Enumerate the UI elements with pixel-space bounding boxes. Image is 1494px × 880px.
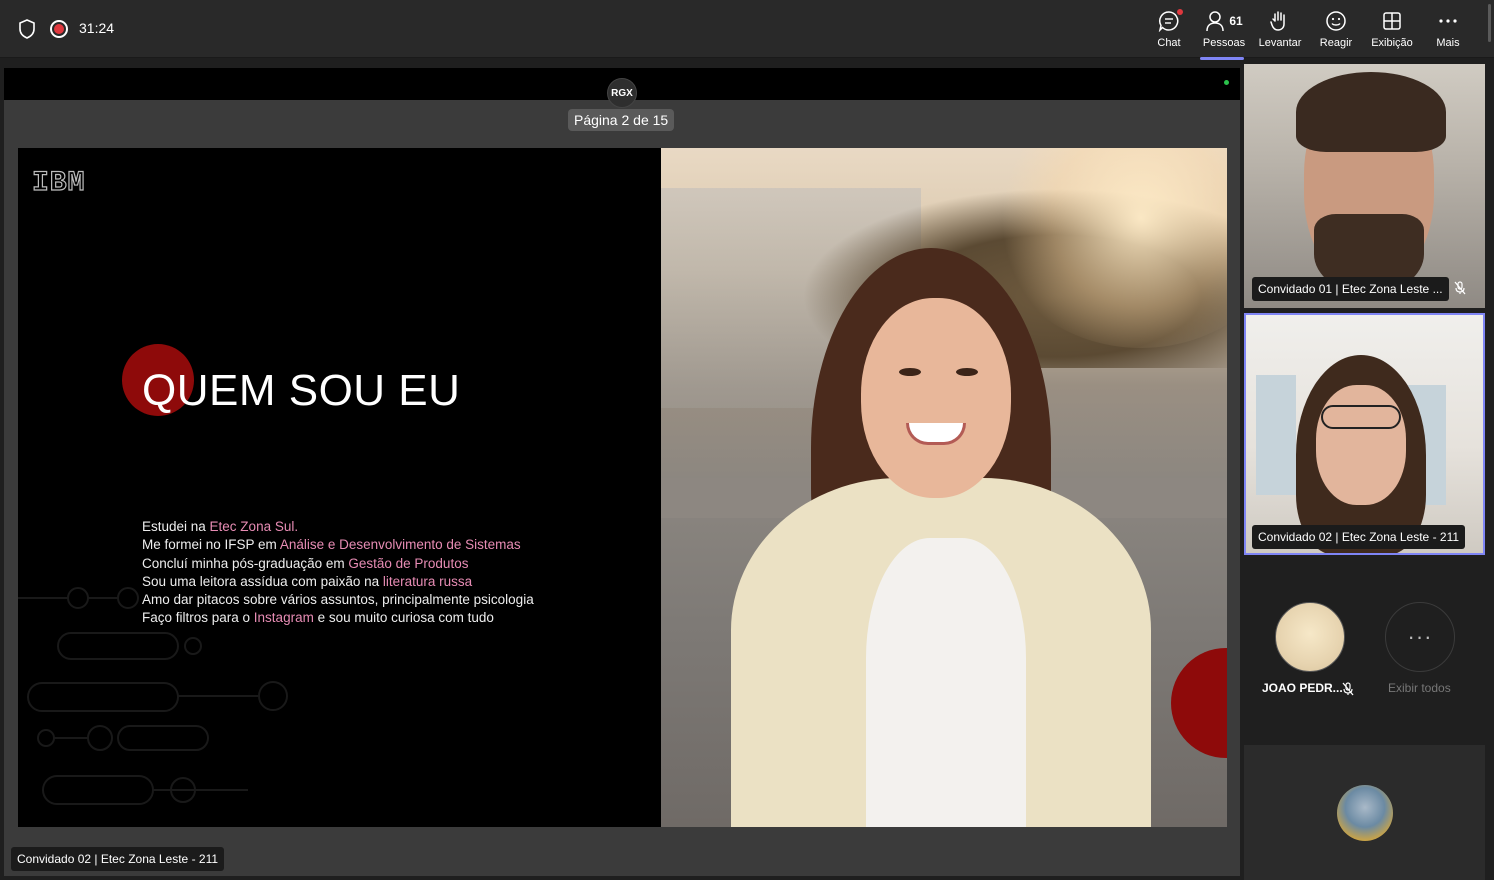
presenter-avatar[interactable]: RGX — [607, 78, 637, 108]
shield-icon[interactable] — [18, 19, 36, 39]
status-dot — [1224, 80, 1229, 85]
more-label: Mais — [1436, 37, 1460, 49]
bio-highlight: Gestão de Produtos — [348, 555, 469, 571]
photo-shirt — [866, 538, 1026, 827]
raise-hand-label: Levantar — [1258, 37, 1302, 49]
participant-video-tile[interactable]: Convidado 01 | Etec Zona Leste ... — [1244, 64, 1485, 308]
photo-eye — [899, 368, 921, 376]
bio-highlight: Análise e Desenvolvimento de Sistemas — [279, 537, 521, 553]
photo-face — [861, 298, 1011, 498]
photo-eye — [956, 368, 978, 376]
bio-text: Estudei na — [142, 519, 210, 534]
mic-off-icon — [1342, 682, 1354, 696]
bio-text: Concluí minha pós-graduação em — [142, 555, 349, 571]
react-button[interactable]: Reagir — [1310, 8, 1362, 54]
slide-photo — [661, 148, 1227, 827]
page-indicator: Página 2 de 15 — [568, 109, 675, 131]
bio-highlight: literatura russa — [382, 573, 473, 589]
chat-label: Chat — [1157, 37, 1181, 49]
participant-avatar[interactable] — [1337, 785, 1393, 841]
participant-name: JOAO PEDR... — [1262, 681, 1343, 695]
more-icon — [1438, 8, 1458, 34]
react-label: Reagir — [1319, 37, 1353, 49]
bio-text: Me formei no IFSP em — [142, 537, 280, 553]
ellipsis-icon: ··· — [1407, 624, 1433, 649]
participant-video-tile-active[interactable]: Convidado 02 | Etec Zona Leste - 211 — [1244, 313, 1485, 555]
people-icon: 61 — [1205, 8, 1243, 34]
bio-text: e sou muito curiosa com tudo — [313, 610, 494, 626]
view-label: Exibição — [1371, 37, 1413, 49]
participant-glasses — [1321, 405, 1401, 429]
show-all-button[interactable]: ··· — [1385, 602, 1455, 672]
decorative-red-circle — [1171, 648, 1227, 758]
grid-icon — [1382, 8, 1402, 34]
background-window — [1256, 375, 1296, 495]
smiley-icon — [1325, 8, 1347, 34]
participant-video — [1316, 385, 1406, 505]
meeting-toolbar: 31:24 Chat 61 Pessoas Levantar Reagir Ex… — [0, 0, 1494, 60]
recording-icon — [50, 20, 68, 38]
meeting-timer: 31:24 — [79, 20, 115, 36]
participant-hair — [1296, 72, 1446, 152]
people-label: Pessoas — [1202, 37, 1246, 49]
people-count: 61 — [1229, 14, 1243, 28]
slide-title: QUEM SOU EU — [142, 366, 461, 415]
presentation-slide: IBM QUEM SOU EU Estudei na Etec Zona Sul… — [18, 148, 1227, 827]
bio-line: Me formei no IFSP em Análise e Desenvolv… — [142, 536, 552, 554]
participant-name-label: Convidado 02 | Etec Zona Leste - 211 — [1252, 525, 1466, 549]
participant-avatar[interactable] — [1275, 602, 1345, 672]
more-button[interactable]: Mais — [1422, 8, 1474, 54]
shared-screen-stage: RGX Página 2 de 15 IBM QUEM SOU EU Estud… — [4, 68, 1240, 876]
mic-off-icon — [1454, 281, 1466, 295]
presenter-name-label: Convidado 02 | Etec Zona Leste - 211 — [11, 847, 225, 871]
show-all-label[interactable]: Exibir todos — [1388, 681, 1451, 695]
ibm-logo: IBM — [31, 167, 86, 199]
notification-dot — [1177, 9, 1183, 15]
decorative-circuit-graphic — [18, 587, 288, 805]
people-button[interactable]: 61 Pessoas — [1198, 8, 1250, 60]
scrollbar[interactable] — [1488, 4, 1491, 42]
hand-icon — [1270, 8, 1290, 34]
raise-hand-button[interactable]: Levantar — [1254, 8, 1306, 54]
bio-line: Concluí minha pós-graduação em Gestão de… — [142, 555, 552, 573]
view-button[interactable]: Exibição — [1366, 8, 1418, 54]
bio-highlight: Etec Zona Sul. — [209, 519, 299, 534]
participant-name-label: Convidado 01 | Etec Zona Leste ... — [1252, 277, 1449, 301]
chat-button[interactable]: Chat — [1143, 8, 1195, 54]
bio-line: Estudei na Etec Zona Sul. — [142, 518, 552, 536]
chat-icon — [1158, 8, 1183, 34]
